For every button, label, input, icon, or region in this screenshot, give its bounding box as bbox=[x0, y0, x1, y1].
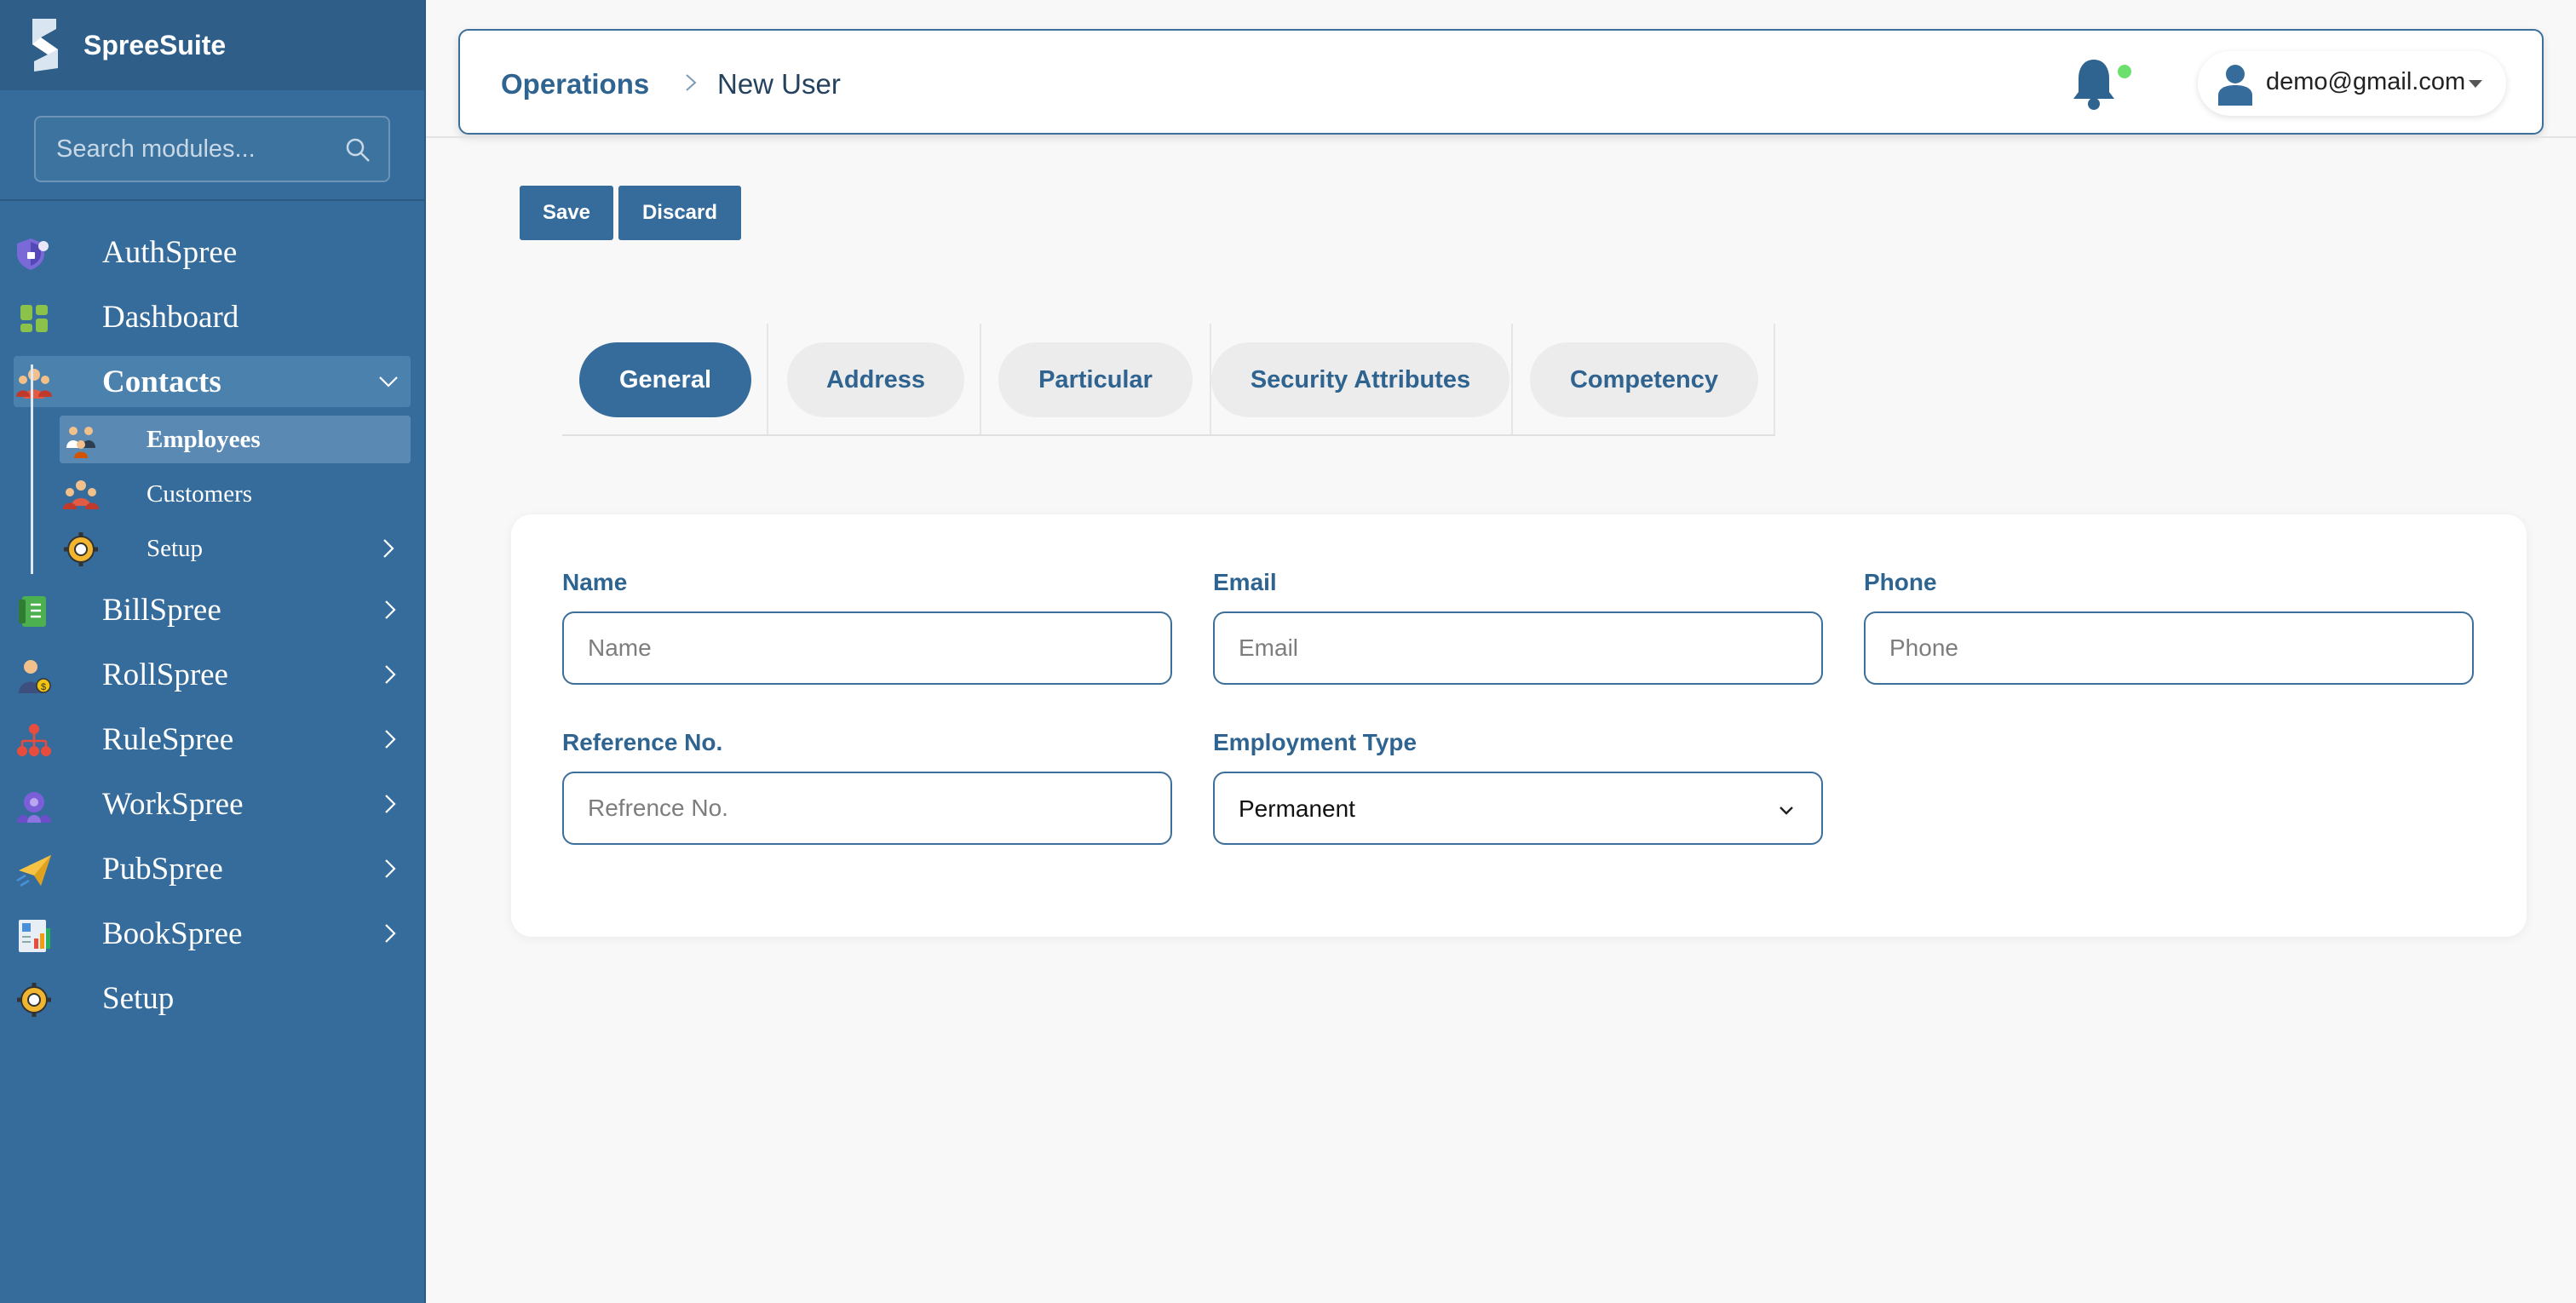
sidebar-item-label: WorkSpree bbox=[102, 786, 244, 822]
employment-type-select[interactable]: Permanent bbox=[1213, 772, 1823, 845]
svg-text:$: $ bbox=[41, 682, 46, 692]
sidebar-subitem-customers[interactable]: Customers bbox=[60, 470, 411, 518]
header-divider bbox=[426, 136, 2576, 138]
shield-lock-icon bbox=[17, 238, 49, 270]
submenu-guide-line bbox=[31, 364, 33, 574]
sidebar-item-workspree[interactable]: WorkSpree bbox=[0, 778, 426, 829]
sidebar-subitem-setup[interactable]: Setup bbox=[60, 525, 411, 572]
chevron-right-icon bbox=[383, 539, 394, 558]
phone-label: Phone bbox=[1864, 569, 1937, 595]
search-icon[interactable] bbox=[344, 136, 371, 164]
sidebar-item-label: PubSpree bbox=[102, 851, 223, 887]
sidebar-subitem-employees[interactable]: Employees bbox=[60, 416, 411, 463]
top-header: Operations New User demo@gmail.com bbox=[458, 29, 2544, 135]
name-input[interactable] bbox=[562, 611, 1172, 685]
user-avatar-icon bbox=[2218, 65, 2252, 106]
tab-divider bbox=[1774, 324, 1775, 434]
module-search bbox=[0, 90, 424, 201]
sidebar-item-label: Setup bbox=[102, 980, 175, 1016]
ledger-report-icon bbox=[19, 920, 50, 952]
discard-button[interactable]: Discard bbox=[618, 186, 741, 240]
tab-particular[interactable]: Particular bbox=[998, 342, 1193, 417]
sidebar-item-label: RuleSpree bbox=[102, 721, 234, 757]
tab-divider bbox=[980, 324, 981, 434]
reference-no-input[interactable] bbox=[562, 772, 1172, 845]
sidebar-item-rollspree[interactable]: $ RollSpree bbox=[0, 649, 426, 700]
sidebar-item-pubspree[interactable]: PubSpree bbox=[0, 843, 426, 894]
chevron-down-icon bbox=[379, 376, 398, 387]
sidebar-item-label: RollSpree bbox=[102, 657, 228, 692]
dashboard-icon bbox=[20, 305, 48, 332]
tab-competency[interactable]: Competency bbox=[1530, 342, 1758, 417]
chevron-down-icon bbox=[1780, 806, 1793, 815]
sidebar-subitem-label: Employees bbox=[147, 426, 261, 453]
chevron-right-icon bbox=[385, 859, 396, 878]
tab-general[interactable]: General bbox=[579, 342, 751, 417]
hierarchy-icon bbox=[17, 724, 51, 756]
sidebar-item-label: Dashboard bbox=[102, 299, 239, 335]
search-box bbox=[34, 116, 390, 182]
payroll-user-icon: $ bbox=[19, 660, 51, 693]
spreesuite-logo-icon bbox=[32, 19, 58, 72]
paper-plane-icon bbox=[16, 855, 51, 887]
phone-input[interactable] bbox=[1864, 611, 2474, 685]
tab-security-attributes[interactable]: Security Attributes bbox=[1211, 342, 1509, 417]
sidebar-item-label: Contacts bbox=[102, 364, 221, 399]
sidebar-item-rulespree[interactable]: RuleSpree bbox=[0, 714, 426, 765]
gear-icon bbox=[64, 532, 98, 566]
tab-divider bbox=[767, 324, 768, 434]
save-button[interactable]: Save bbox=[520, 186, 613, 240]
sidebar-item-label: AuthSpree bbox=[102, 234, 238, 270]
brand[interactable]: SpreeSuite bbox=[0, 0, 424, 90]
sidebar-item-dashboard[interactable]: Dashboard bbox=[0, 291, 426, 342]
general-form-card: Name Email Phone Reference No. Employmen… bbox=[511, 514, 2527, 937]
form-tabs: General Address Particular Security Attr… bbox=[562, 324, 1775, 436]
customers-icon bbox=[63, 480, 99, 509]
chevron-right-icon bbox=[385, 665, 396, 684]
caret-down-icon bbox=[2469, 80, 2482, 88]
sidebar-item-contacts[interactable]: Contacts bbox=[14, 356, 411, 407]
sidebar-item-bookspree[interactable]: BookSpree bbox=[0, 908, 426, 959]
employment-type-label: Employment Type bbox=[1213, 729, 1417, 755]
brand-name: SpreeSuite bbox=[83, 29, 227, 60]
sidebar-item-label: BookSpree bbox=[102, 916, 243, 951]
chevron-right-icon bbox=[385, 924, 396, 943]
breadcrumb-chevron-icon bbox=[686, 74, 697, 91]
sidebar-item-setup[interactable]: Setup bbox=[0, 973, 426, 1024]
breadcrumb-current: New User bbox=[717, 68, 841, 100]
contacts-group-icon bbox=[16, 369, 52, 399]
name-label: Name bbox=[562, 569, 628, 595]
email-label: Email bbox=[1213, 569, 1277, 595]
chevron-right-icon bbox=[385, 795, 396, 813]
sidebar-subitem-label: Customers bbox=[147, 480, 253, 508]
reference-no-label: Reference No. bbox=[562, 729, 723, 755]
notification-bell-icon[interactable] bbox=[2068, 56, 2119, 112]
team-gear-icon bbox=[17, 792, 51, 823]
search-input[interactable] bbox=[36, 118, 388, 181]
tab-address[interactable]: Address bbox=[787, 342, 964, 417]
user-email: demo@gmail.com bbox=[2266, 68, 2466, 95]
user-menu[interactable]: demo@gmail.com bbox=[2198, 51, 2506, 116]
sidebar-item-label: BillSpree bbox=[102, 592, 221, 628]
notification-dot bbox=[2118, 65, 2131, 78]
tab-divider bbox=[1511, 324, 1513, 434]
chevron-right-icon bbox=[385, 600, 396, 619]
sidebar-subitem-label: Setup bbox=[147, 535, 204, 562]
sidebar: SpreeSuite AuthSpree Dashboard bbox=[0, 0, 426, 1303]
gear-icon bbox=[17, 983, 51, 1017]
email-input[interactable] bbox=[1213, 611, 1823, 685]
employment-type-value: Permanent bbox=[1239, 795, 1355, 822]
breadcrumb-root[interactable]: Operations bbox=[501, 68, 649, 100]
employees-icon bbox=[66, 427, 95, 458]
sidebar-item-billspree[interactable]: BillSpree bbox=[0, 584, 426, 635]
chevron-right-icon bbox=[385, 730, 396, 749]
bill-icon bbox=[19, 596, 46, 627]
sidebar-item-authspree[interactable]: AuthSpree bbox=[0, 227, 426, 278]
